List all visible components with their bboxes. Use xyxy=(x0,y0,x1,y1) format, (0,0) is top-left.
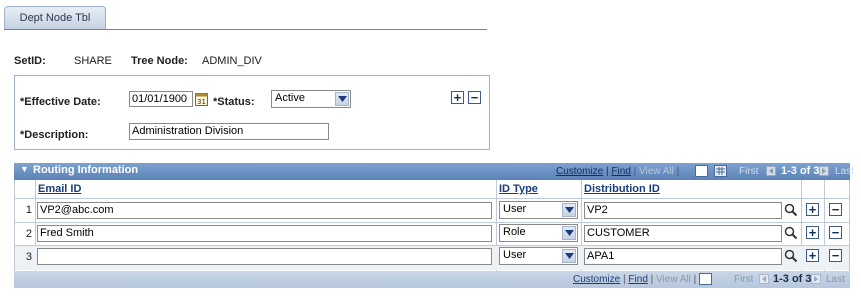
description-label: *Description: xyxy=(20,129,89,141)
setid-value: SHARE xyxy=(74,55,112,67)
effective-date-label: *Effective Date: xyxy=(20,96,101,108)
last-link[interactable]: Last xyxy=(835,166,854,177)
distribution-id-input[interactable]: CUSTOMER xyxy=(584,225,782,242)
lookup-icon[interactable] xyxy=(784,226,798,240)
delete-row-button[interactable]: − xyxy=(829,249,842,262)
find-link-footer[interactable]: Find xyxy=(628,274,647,285)
first-link-footer[interactable]: First xyxy=(734,274,753,285)
previous-icon[interactable] xyxy=(759,274,769,284)
id-type-select[interactable]: User xyxy=(499,201,578,219)
customize-link-footer[interactable]: Customize xyxy=(573,274,620,285)
lookup-icon[interactable] xyxy=(784,203,798,217)
setid-label: SetID: xyxy=(14,55,46,67)
last-link-footer[interactable]: Last xyxy=(826,274,845,285)
id-type-value: Role xyxy=(503,226,526,238)
status-select-value: Active xyxy=(275,92,305,104)
distribution-id-input[interactable]: APA1 xyxy=(584,248,782,265)
grid-title: Routing Information xyxy=(33,164,139,176)
delete-row-button[interactable]: − xyxy=(468,91,481,104)
column-header-email[interactable]: Email ID xyxy=(38,183,81,195)
calendar-icon[interactable]: 31 xyxy=(195,92,208,106)
add-row-button[interactable]: + xyxy=(806,203,819,216)
status-label: *Status: xyxy=(213,96,255,108)
row-number: 3 xyxy=(25,251,32,263)
id-type-value: User xyxy=(503,203,527,215)
svg-text:31: 31 xyxy=(197,98,206,106)
grid-row-divider xyxy=(14,222,850,223)
email-id-input[interactable]: Fred Smith xyxy=(37,225,492,242)
chevron-down-icon[interactable] xyxy=(562,226,576,240)
customize-link[interactable]: Customize xyxy=(556,166,603,177)
chevron-down-icon[interactable] xyxy=(562,203,576,217)
id-type-value: User xyxy=(503,249,527,261)
row-range: 1-3 of 3 xyxy=(781,165,820,177)
zoom-grid-icon[interactable] xyxy=(699,273,712,285)
effective-date-input[interactable]: 01/01/1900 xyxy=(129,91,193,107)
add-row-button[interactable]: + xyxy=(806,249,819,262)
chevron-down-icon[interactable] xyxy=(562,249,576,263)
chevron-down-icon[interactable] xyxy=(335,92,349,106)
next-icon[interactable] xyxy=(811,274,821,284)
tab-divider xyxy=(4,29,487,30)
download-grid-icon[interactable] xyxy=(714,165,727,177)
id-type-select[interactable]: Role xyxy=(499,224,578,242)
grid-row-divider xyxy=(14,198,850,199)
row-number: 1 xyxy=(25,204,32,216)
distribution-id-input[interactable]: VP2 xyxy=(584,202,782,219)
status-select[interactable]: Active xyxy=(271,90,351,108)
lookup-icon[interactable] xyxy=(784,249,798,263)
tree-node-label: Tree Node: xyxy=(131,55,188,67)
column-header-id-type[interactable]: ID Type xyxy=(499,183,538,195)
view-all-link[interactable]: View All xyxy=(639,166,674,177)
view-all-link-footer[interactable]: View All xyxy=(656,274,691,285)
email-id-input[interactable] xyxy=(37,248,492,265)
delete-row-button[interactable]: − xyxy=(829,203,842,216)
row-range-footer: 1-3 of 3 xyxy=(773,273,812,285)
email-id-input[interactable]: VP2@abc.com xyxy=(37,202,492,219)
find-link[interactable]: Find xyxy=(611,166,630,177)
zoom-grid-icon[interactable] xyxy=(695,165,708,177)
add-row-button[interactable]: + xyxy=(806,226,819,239)
first-link[interactable]: First xyxy=(739,166,758,177)
delete-row-button[interactable]: − xyxy=(829,226,842,239)
tab-dept-node-tbl[interactable]: Dept Node Tbl xyxy=(4,6,106,29)
id-type-select[interactable]: User xyxy=(499,247,578,265)
tree-node-value: ADMIN_DIV xyxy=(202,55,262,67)
description-input[interactable]: Administration Division xyxy=(129,123,329,140)
grid-footer-bar: Customize | Find | View All | First 1-3 … xyxy=(14,271,850,288)
column-header-distribution-id[interactable]: Distribution ID xyxy=(584,183,660,195)
previous-icon[interactable] xyxy=(766,166,776,176)
next-icon[interactable] xyxy=(819,166,829,176)
grid-header-bar: ▼ Routing Information Customize | Find |… xyxy=(14,163,854,180)
row-number: 2 xyxy=(25,228,32,240)
collapse-icon[interactable]: ▼ xyxy=(20,164,29,174)
add-row-button[interactable]: + xyxy=(451,91,464,104)
